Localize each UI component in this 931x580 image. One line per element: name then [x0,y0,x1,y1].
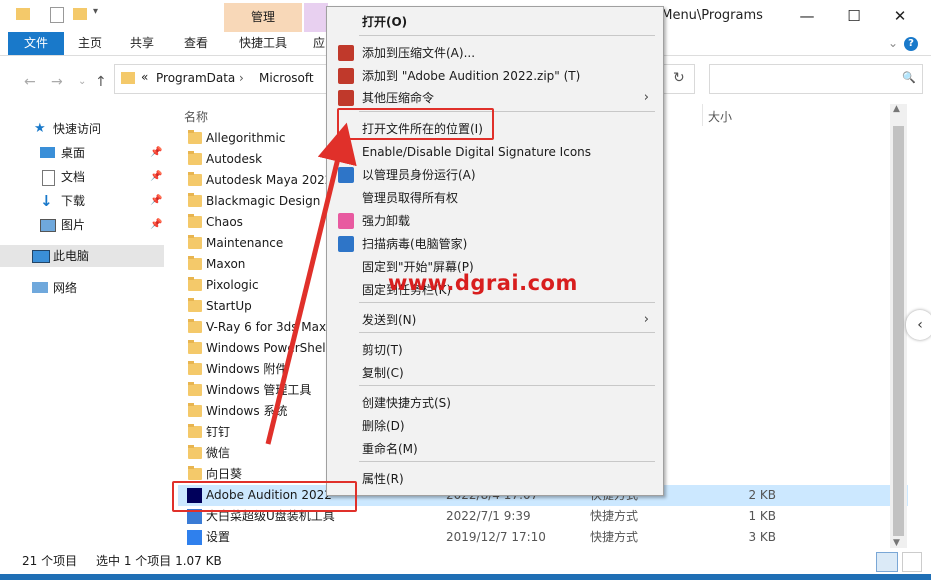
watermark: www.dgrai.com [388,271,578,295]
